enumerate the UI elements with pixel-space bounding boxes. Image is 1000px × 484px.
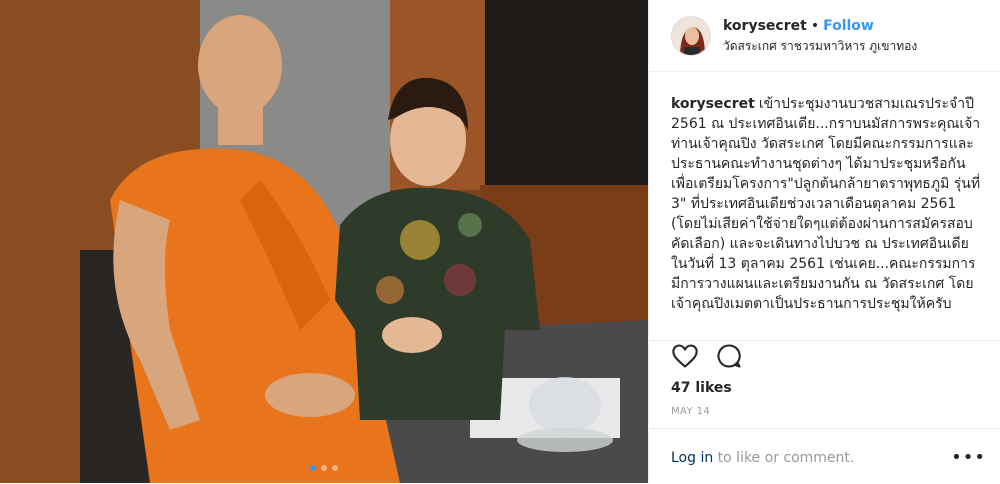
- carousel-dot-1[interactable]: [310, 465, 316, 471]
- likes-count[interactable]: 47 likes: [671, 380, 732, 396]
- post-photo[interactable]: [0, 0, 648, 483]
- carousel-dot-3[interactable]: [332, 465, 338, 471]
- follow-button[interactable]: Follow: [823, 18, 874, 34]
- location-link[interactable]: วัดสระเกศ ราชวรมหาวิหาร ภูเขาทอง: [723, 37, 917, 56]
- heart-icon[interactable]: [671, 342, 699, 370]
- comment-footer: Log in to like or comment. •••: [649, 428, 1000, 484]
- post-header: korysecret • Follow วัดสระเกศ ราชวรมหาวิหา…: [649, 0, 1000, 72]
- separator-dot: •: [810, 18, 820, 34]
- instagram-post: korysecret • Follow วัดสระเกศ ราชวรมหาวิหา…: [0, 0, 1000, 483]
- post-sidebar: korysecret • Follow วัดสระเกศ ราชวรมหาวิหา…: [648, 0, 1000, 483]
- post-date[interactable]: MAY 14: [671, 406, 710, 417]
- login-prompt: Log in to like or comment.: [671, 450, 854, 466]
- action-bar: [671, 342, 743, 370]
- avatar[interactable]: [671, 16, 711, 56]
- comment-icon[interactable]: [715, 342, 743, 370]
- login-link[interactable]: Log in: [671, 450, 713, 466]
- login-prompt-text: to like or comment.: [713, 450, 855, 466]
- caption-text: เข้าประชุมงานบวชสามเณรประจำปี 2561 ณ ประ…: [671, 96, 981, 312]
- avatar-image: [672, 17, 710, 55]
- actions-divider: [649, 340, 1000, 341]
- photo-illustration: [0, 0, 648, 483]
- carousel-indicator: [310, 465, 338, 471]
- more-options-icon[interactable]: •••: [951, 447, 986, 468]
- caption-username[interactable]: korysecret: [671, 96, 755, 112]
- username-link[interactable]: korysecret: [723, 18, 807, 34]
- carousel-dot-2[interactable]: [321, 465, 327, 471]
- caption: korysecret เข้าประชุมงานบวชสามเณรประจำปี …: [671, 94, 983, 328]
